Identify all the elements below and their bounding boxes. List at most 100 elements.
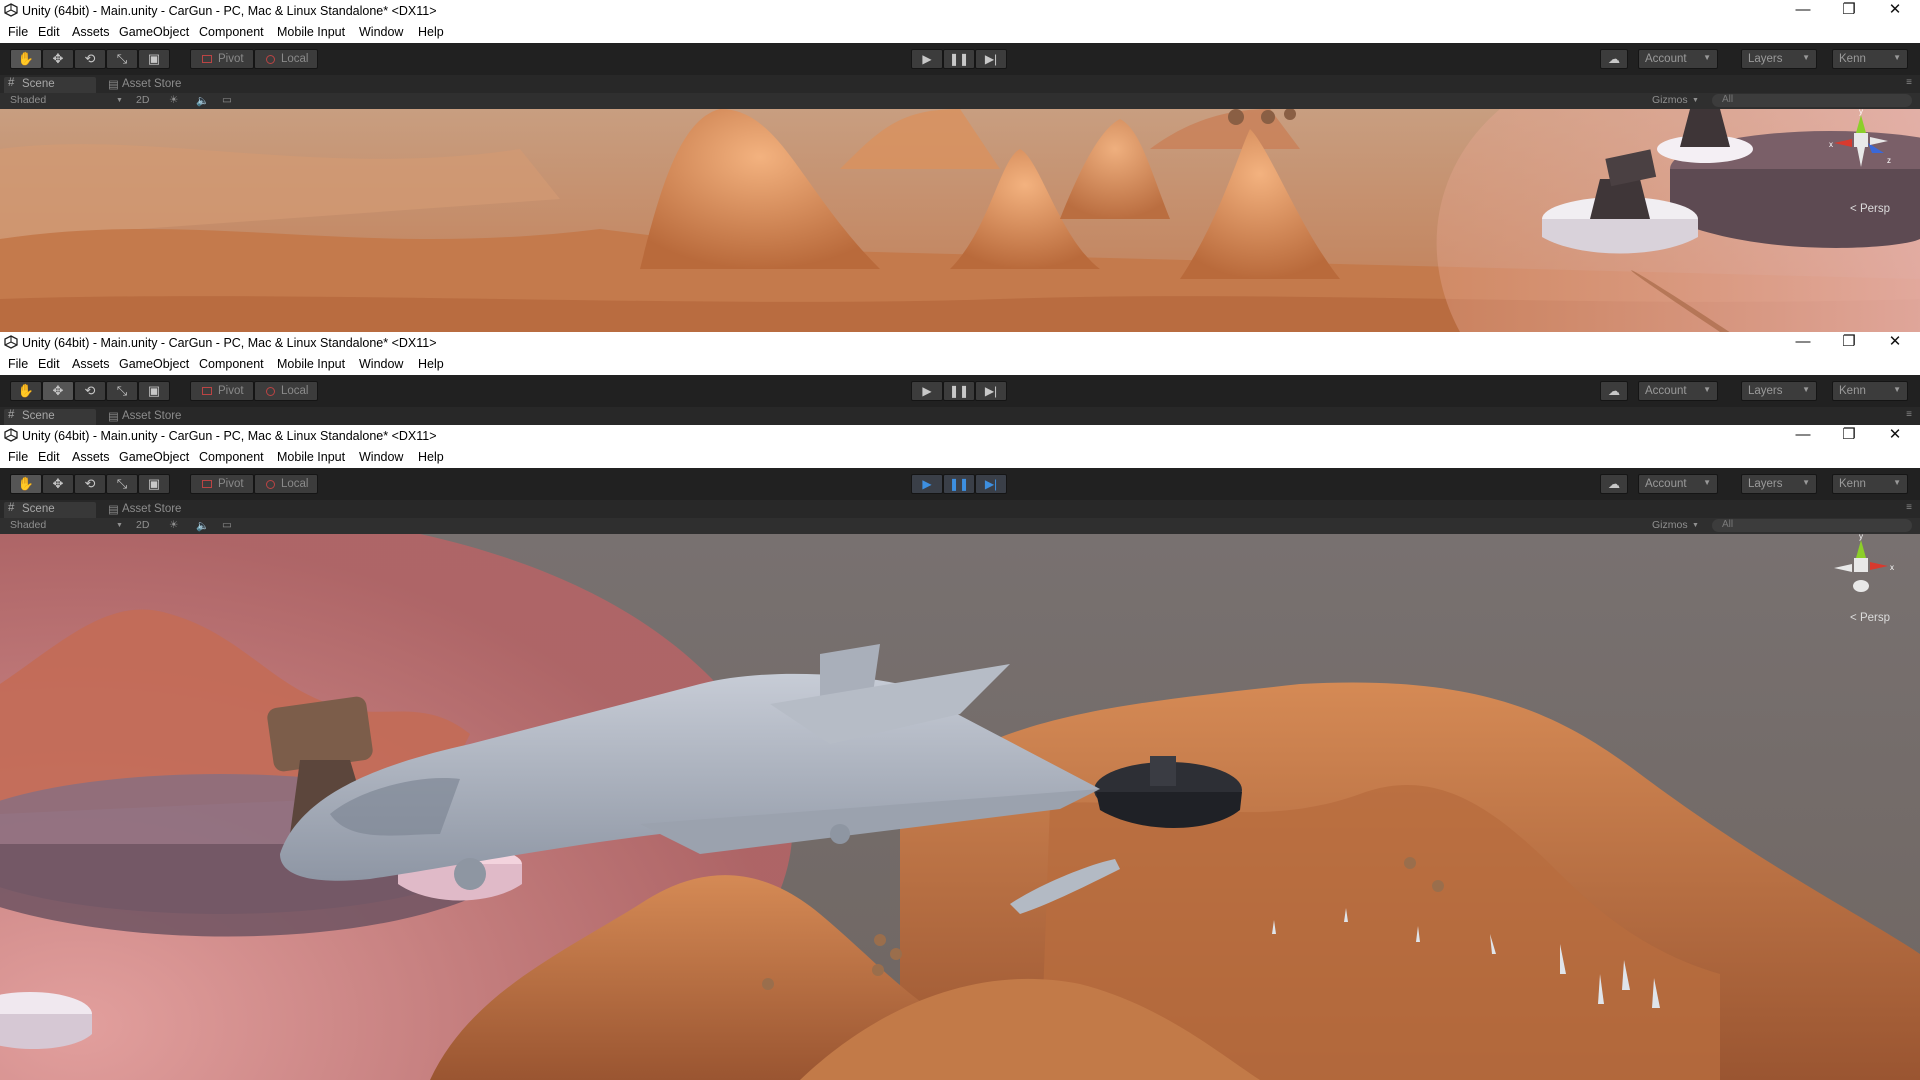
minimize-button[interactable]: — [1780, 332, 1826, 354]
menu-window[interactable]: Window [359, 357, 403, 371]
menu-assets[interactable]: Assets [72, 357, 110, 371]
scene-search-input[interactable]: All [1712, 519, 1912, 532]
local-toggle[interactable]: Local [254, 474, 318, 494]
collab-button[interactable]: ☁ [1600, 49, 1628, 69]
audio-icon[interactable]: 🔈 [196, 519, 209, 532]
audio-icon[interactable]: 🔈 [196, 94, 209, 107]
close-button[interactable]: ✕ [1872, 0, 1918, 22]
local-toggle[interactable]: Local [254, 381, 318, 401]
projection-label[interactable]: < Persp [1850, 612, 1890, 624]
hand-tool-button[interactable]: ✋ [10, 49, 42, 69]
scale-tool-button[interactable]: ⤡ [106, 474, 138, 494]
step-button[interactable]: ▶| [975, 381, 1007, 401]
menu-assets[interactable]: Assets [72, 450, 110, 464]
menu-assets[interactable]: Assets [72, 25, 110, 39]
layout-dropdown[interactable]: Kenn ▼ [1832, 381, 1908, 401]
layers-dropdown[interactable]: Layers ▼ [1741, 381, 1817, 401]
step-button[interactable]: ▶| [975, 49, 1007, 69]
scale-tool-button[interactable]: ⤡ [106, 381, 138, 401]
orientation-gizmo[interactable]: y x [1826, 534, 1896, 598]
minimize-button[interactable]: — [1780, 0, 1826, 22]
layout-dropdown[interactable]: Kenn ▼ [1832, 474, 1908, 494]
account-dropdown[interactable]: Account ▼ [1638, 474, 1718, 494]
effects-icon[interactable]: ▭ [222, 94, 232, 106]
move-tool-button[interactable]: ✥ [42, 474, 74, 494]
menu-gameobject[interactable]: GameObject [119, 450, 189, 464]
menu-gameobject[interactable]: GameObject [119, 25, 189, 39]
rect-tool-button[interactable]: ▣ [138, 474, 170, 494]
tab-asset-store[interactable]: ▤ Asset Store [106, 502, 206, 518]
hand-tool-button[interactable]: ✋ [10, 381, 42, 401]
rect-tool-button[interactable]: ▣ [138, 381, 170, 401]
menu-help[interactable]: Help [418, 357, 444, 371]
collab-button[interactable]: ☁ [1600, 381, 1628, 401]
lighting-icon[interactable]: ☀ [169, 519, 178, 531]
pause-button-active[interactable]: ❚❚ [943, 474, 975, 494]
panel-menu-icon[interactable]: ≡ [1906, 77, 1912, 88]
rotate-tool-button[interactable]: ⟲ [74, 474, 106, 494]
layers-dropdown[interactable]: Layers ▼ [1741, 49, 1817, 69]
menu-gameobject[interactable]: GameObject [119, 357, 189, 371]
menu-edit[interactable]: Edit [38, 25, 60, 39]
scene-viewport[interactable]: y x z < Persp [0, 109, 1920, 332]
step-button-active[interactable]: ▶| [975, 474, 1007, 494]
mode-2d-toggle[interactable]: 2D [136, 94, 149, 106]
menu-file[interactable]: File [8, 450, 28, 464]
menu-component[interactable]: Component [199, 25, 264, 39]
menu-file[interactable]: File [8, 357, 28, 371]
gizmos-dropdown[interactable]: Gizmos [1652, 94, 1688, 106]
rotate-tool-button[interactable]: ⟲ [74, 49, 106, 69]
collab-button[interactable]: ☁ [1600, 474, 1628, 494]
menu-component[interactable]: Component [199, 450, 264, 464]
layers-dropdown[interactable]: Layers ▼ [1741, 474, 1817, 494]
panel-menu-icon[interactable]: ≡ [1906, 502, 1912, 513]
tab-asset-store[interactable]: ▤ Asset Store [106, 409, 206, 425]
menu-mobile-input[interactable]: Mobile Input [277, 450, 345, 464]
menu-edit[interactable]: Edit [38, 450, 60, 464]
play-button[interactable]: ▶ [911, 49, 943, 69]
move-tool-button[interactable]: ✥ [42, 381, 74, 401]
rect-tool-button[interactable]: ▣ [138, 49, 170, 69]
move-tool-button[interactable]: ✥ [42, 49, 74, 69]
shading-mode-dropdown[interactable]: Shaded [10, 94, 46, 106]
close-button[interactable]: ✕ [1872, 425, 1918, 447]
restore-button[interactable]: ❐ [1826, 425, 1872, 447]
pivot-toggle[interactable]: Pivot [190, 49, 254, 69]
pivot-toggle[interactable]: Pivot [190, 474, 254, 494]
scene-search-input[interactable]: All [1712, 94, 1912, 107]
hand-tool-button[interactable]: ✋ [10, 474, 42, 494]
tab-scene[interactable]: # Scene [4, 409, 96, 425]
scene-viewport[interactable]: y x < Persp [0, 534, 1920, 1080]
scale-tool-button[interactable]: ⤡ [106, 49, 138, 69]
menu-edit[interactable]: Edit [38, 357, 60, 371]
menu-file[interactable]: File [8, 25, 28, 39]
minimize-button[interactable]: — [1780, 425, 1826, 447]
tab-scene[interactable]: # Scene [4, 502, 96, 518]
gizmos-dropdown[interactable]: Gizmos [1652, 519, 1688, 531]
account-dropdown[interactable]: Account ▼ [1638, 49, 1718, 69]
menu-component[interactable]: Component [199, 357, 264, 371]
lighting-icon[interactable]: ☀ [169, 94, 178, 106]
mode-2d-toggle[interactable]: 2D [136, 519, 149, 531]
rotate-tool-button[interactable]: ⟲ [74, 381, 106, 401]
tab-asset-store[interactable]: ▤ Asset Store [106, 77, 206, 93]
menu-help[interactable]: Help [418, 25, 444, 39]
orientation-gizmo[interactable]: y x z [1826, 109, 1896, 173]
shading-mode-dropdown[interactable]: Shaded [10, 519, 46, 531]
menu-help[interactable]: Help [418, 450, 444, 464]
menu-window[interactable]: Window [359, 450, 403, 464]
pivot-toggle[interactable]: Pivot [190, 381, 254, 401]
play-button-active[interactable]: ▶ [911, 474, 943, 494]
layout-dropdown[interactable]: Kenn ▼ [1832, 49, 1908, 69]
close-button[interactable]: ✕ [1872, 332, 1918, 354]
pause-button[interactable]: ❚❚ [943, 381, 975, 401]
play-button[interactable]: ▶ [911, 381, 943, 401]
account-dropdown[interactable]: Account ▼ [1638, 381, 1718, 401]
local-toggle[interactable]: Local [254, 49, 318, 69]
pause-button[interactable]: ❚❚ [943, 49, 975, 69]
effects-icon[interactable]: ▭ [222, 519, 232, 531]
menu-mobile-input[interactable]: Mobile Input [277, 25, 345, 39]
projection-label[interactable]: < Persp [1850, 203, 1890, 215]
menu-window[interactable]: Window [359, 25, 403, 39]
tab-scene[interactable]: # Scene [4, 77, 96, 93]
